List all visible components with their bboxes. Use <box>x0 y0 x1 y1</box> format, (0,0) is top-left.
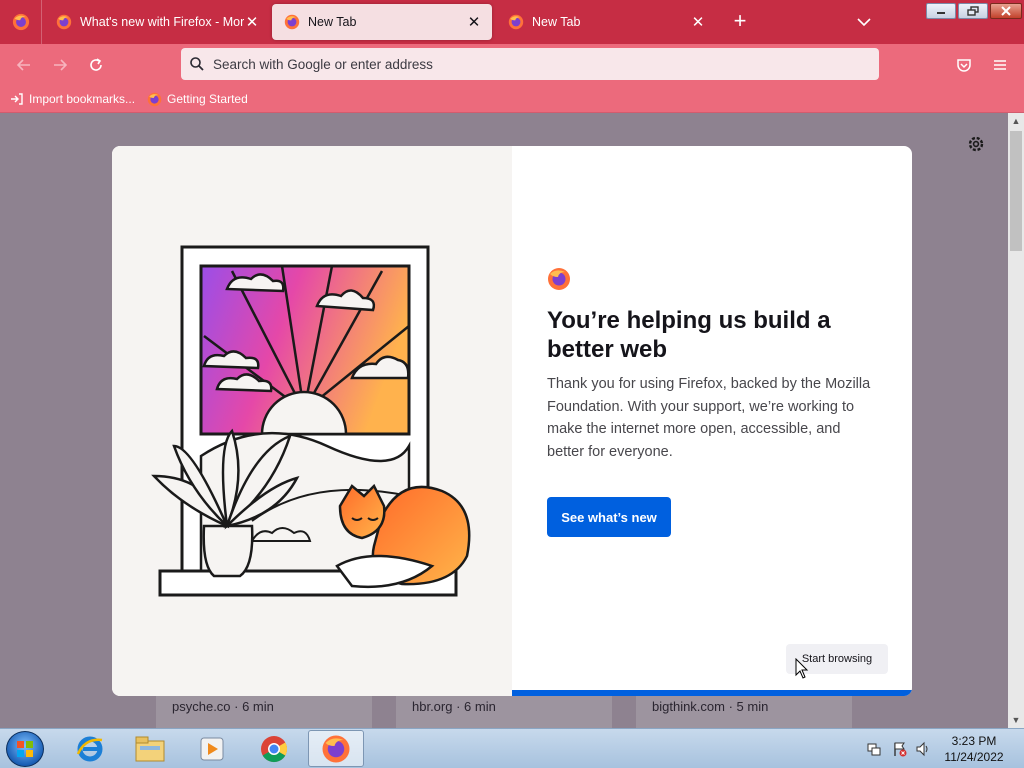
reload-button[interactable] <box>83 53 109 77</box>
window-restore-button[interactable] <box>958 3 988 19</box>
onboarding-dialog: You’re helping us build a better web Tha… <box>112 146 912 696</box>
page-scrollbar[interactable]: ▲ ▼ <box>1008 113 1024 728</box>
window-close-button[interactable] <box>990 3 1022 19</box>
reload-icon <box>90 58 102 71</box>
taskbar-file-explorer[interactable] <box>122 730 178 767</box>
firefox-icon <box>322 735 350 762</box>
windows-taskbar: 3:23 PM 11/24/2022 <box>0 728 1024 768</box>
firefox-logo-icon <box>548 268 570 290</box>
import-icon <box>11 93 23 105</box>
system-clock[interactable]: 3:23 PM 11/24/2022 <box>940 733 1008 765</box>
firefox-icon <box>147 92 162 106</box>
tab-close-icon[interactable]: ✕ <box>690 14 706 30</box>
story-source: psyche.co · 6 min <box>172 699 274 714</box>
window-fox-illustration <box>151 245 471 597</box>
list-all-tabs-button[interactable] <box>852 12 876 32</box>
close-icon <box>1001 6 1011 16</box>
internet-explorer-icon <box>76 736 103 761</box>
start-button[interactable] <box>6 731 44 767</box>
network-icon[interactable] <box>866 741 882 757</box>
tab-title: What's new with Firefox - More <box>80 15 244 29</box>
search-input[interactable] <box>213 50 879 78</box>
hamburger-menu-icon <box>994 60 1006 70</box>
clock-date: 11/24/2022 <box>944 750 1004 764</box>
firefox-icon <box>56 14 72 30</box>
taskbar-firefox[interactable] <box>308 730 364 767</box>
illustration-panel <box>112 146 512 696</box>
app-menu-button[interactable] <box>987 53 1013 77</box>
dialog-title: You’re helping us build a better web <box>547 307 831 363</box>
firefox-icon <box>284 14 300 30</box>
bookmark-getting-started[interactable]: Getting Started <box>147 92 248 107</box>
back-arrow-icon <box>16 59 30 71</box>
volume-icon[interactable] <box>915 741 931 757</box>
story-source: hbr.org · 6 min <box>412 699 496 714</box>
mouse-cursor-icon <box>795 658 809 679</box>
scrollbar-thumb[interactable] <box>1010 131 1022 251</box>
tab-close-icon[interactable]: ✕ <box>244 14 260 30</box>
tab-close-icon[interactable]: ✕ <box>466 14 482 30</box>
dialog-body: Thank you for using Firefox, backed by t… <box>547 376 871 460</box>
search-icon <box>190 57 204 71</box>
minimize-icon <box>937 12 945 14</box>
tab-title: New Tab <box>532 15 581 29</box>
tab-strip: What's new with Firefox - More ✕ New Tab… <box>0 0 1024 44</box>
clock-time: 3:23 PM <box>951 734 997 748</box>
see-whats-new-button[interactable]: See what’s new <box>547 497 671 537</box>
scroll-up-arrow-icon[interactable]: ▲ <box>1008 113 1024 129</box>
firefox-icon <box>508 14 524 30</box>
back-button[interactable] <box>11 53 37 77</box>
address-bar[interactable] <box>181 48 879 80</box>
gear-icon <box>968 136 984 152</box>
bookmark-label: Import bookmarks... <box>29 92 136 106</box>
windows-logo-icon <box>17 741 33 757</box>
restore-icon <box>967 6 979 16</box>
tab-title: New Tab <box>308 15 357 29</box>
taskbar-internet-explorer[interactable] <box>62 730 118 767</box>
firefox-view-button[interactable] <box>0 0 42 44</box>
bookmark-import[interactable]: Import bookmarks... <box>10 92 135 106</box>
chrome-icon <box>261 735 288 762</box>
forward-arrow-icon <box>54 59 68 71</box>
file-explorer-icon <box>135 736 165 761</box>
media-player-icon <box>200 737 224 760</box>
taskbar-chrome[interactable] <box>246 730 302 767</box>
pocket-icon <box>957 59 971 72</box>
tab-new-tab-active[interactable]: New Tab ✕ <box>272 4 492 40</box>
window-minimize-button[interactable] <box>926 3 956 19</box>
progress-fill <box>512 690 912 696</box>
forward-button[interactable] <box>47 53 73 77</box>
new-tab-button[interactable]: + <box>728 10 752 34</box>
pocket-button[interactable] <box>951 53 977 77</box>
tab-new-tab[interactable]: New Tab ✕ <box>496 4 716 40</box>
content-panel: You’re helping us build a better web Tha… <box>512 146 912 696</box>
firefox-icon <box>12 13 29 31</box>
action-center-flag-icon[interactable] <box>892 741 908 757</box>
story-source: bigthink.com · 5 min <box>652 699 769 714</box>
scroll-down-arrow-icon[interactable]: ▼ <box>1008 712 1024 728</box>
chevron-down-icon <box>857 18 871 27</box>
bookmark-label: Getting Started <box>167 92 248 106</box>
personalize-button[interactable] <box>966 134 986 154</box>
onboarding-progress-bar <box>512 690 912 696</box>
bookmarks-toolbar: Import bookmarks... Getting Started <box>0 86 1024 113</box>
taskbar-media-player[interactable] <box>184 730 240 767</box>
tab-whats-new[interactable]: What's new with Firefox - More ✕ <box>44 4 270 40</box>
navigation-toolbar <box>0 44 1024 86</box>
